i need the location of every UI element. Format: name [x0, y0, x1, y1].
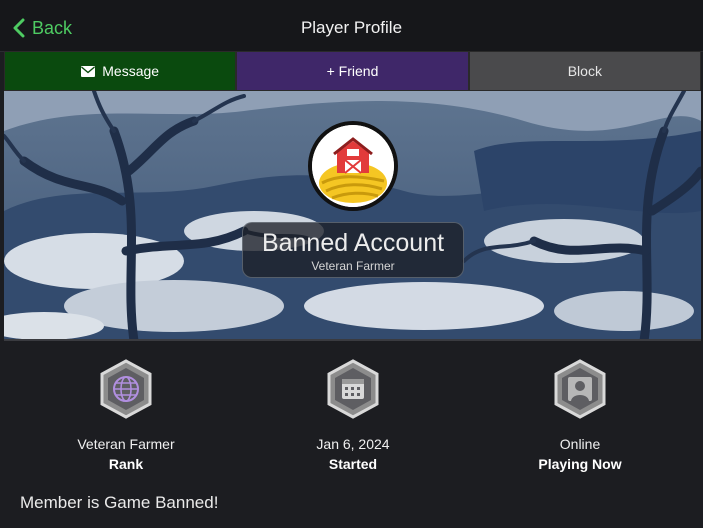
top-bar: Back Player Profile [0, 0, 703, 52]
barn-logo-icon [312, 125, 394, 207]
stat-online: Online Playing Now [480, 359, 680, 472]
block-label: Block [567, 63, 602, 79]
add-friend-label: + Friend [326, 63, 379, 79]
stat-started: Jan 6, 2024 Started [253, 359, 453, 472]
player-name-card: Banned Account Veteran Farmer [242, 222, 464, 278]
stat-started-value: Jan 6, 2024 [316, 436, 390, 452]
block-button[interactable]: Block [468, 51, 701, 91]
stats-panel: Veteran Farmer Rank Jan 6, 2024 Started … [4, 343, 701, 528]
globe-icon [100, 359, 152, 419]
add-friend-button[interactable]: + Friend [236, 51, 469, 91]
ban-status-message: Member is Game Banned! [20, 493, 219, 512]
message-button[interactable]: Message [4, 51, 237, 91]
page-title: Player Profile [300, 18, 403, 37]
avatar [308, 121, 398, 211]
action-bar: Message + Friend Block [4, 51, 701, 91]
person-icon [554, 359, 606, 419]
stat-rank-label: Rank [108, 456, 144, 472]
stat-rank-value: Veteran Farmer [77, 436, 175, 452]
stat-started-label: Started [328, 456, 378, 472]
envelope-icon [81, 65, 96, 77]
stat-online-label: Playing Now [538, 456, 622, 472]
message-label: Message [102, 63, 160, 79]
player-name: Banned Account [261, 229, 445, 257]
player-rank-subtitle: Veteran Farmer [311, 259, 395, 273]
stat-online-value: Online [559, 436, 601, 452]
stat-rank: Veteran Farmer Rank [26, 359, 226, 472]
calendar-icon [327, 359, 379, 419]
profile-banner: Banned Account Veteran Farmer [4, 91, 701, 341]
